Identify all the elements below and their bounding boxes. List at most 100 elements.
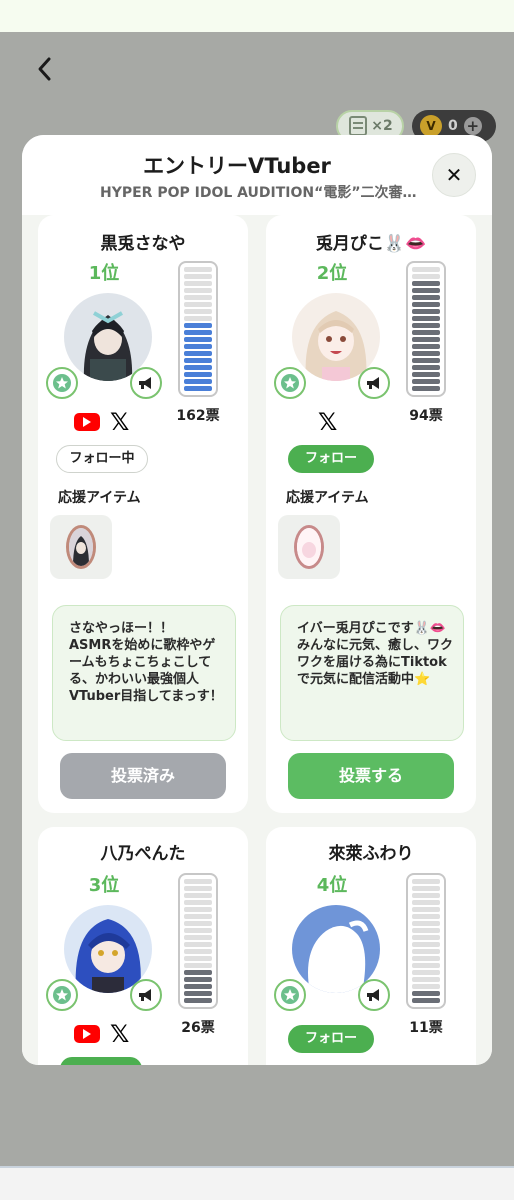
follow-button[interactable]: フォロー: [288, 445, 374, 473]
gauge-segment: [412, 316, 440, 321]
x-icon[interactable]: 𝕏: [110, 1022, 129, 1046]
gauge-segment: [184, 316, 212, 321]
megaphone-icon[interactable]: [130, 979, 162, 1011]
star-sparkle-icon[interactable]: [274, 367, 306, 399]
gauge-segment: [184, 991, 212, 996]
gauge-segment: [184, 365, 212, 370]
vote-count: 162票: [176, 408, 220, 424]
gauge-segment: [412, 914, 440, 919]
vote-gauge: [406, 261, 446, 397]
gauge-segment: [412, 984, 440, 989]
youtube-icon[interactable]: [74, 1025, 100, 1043]
x-icon[interactable]: 𝕏: [318, 410, 337, 434]
vtuber-name: 來萊ふわり: [328, 844, 414, 864]
modal-title: エントリーVTuber: [143, 154, 331, 178]
gauge-segment: [412, 302, 440, 307]
gauge-segment: [412, 949, 440, 954]
entry-modal: エントリーVTuber HYPER POP IDOL AUDITION“電影”二…: [22, 135, 492, 1065]
gauge-segment: [184, 935, 212, 940]
megaphone-icon[interactable]: [130, 367, 162, 399]
gauge-segment: [412, 351, 440, 356]
vote-gauge: [406, 873, 446, 1009]
gauge-segment: [184, 309, 212, 314]
gauge-segment: [412, 921, 440, 926]
gauge-segment: [184, 379, 212, 384]
x-icon[interactable]: 𝕏: [110, 410, 129, 434]
gauge-segment: [412, 358, 440, 363]
follow-button[interactable]: フォロー: [288, 1025, 374, 1053]
rank-label: 2位: [316, 263, 348, 284]
youtube-icon[interactable]: [74, 413, 100, 431]
vtuber-card: 八乃ぺんた 3位 26票 𝕏: [38, 827, 248, 1065]
vote-count: 94票: [409, 408, 443, 424]
following-button[interactable]: フォロー中: [56, 445, 148, 473]
gauge-segment: [412, 323, 440, 328]
gauge-segment: [412, 970, 440, 975]
gauge-segment: [184, 288, 212, 293]
ticket-icon: [349, 116, 368, 136]
gauge-segment: [412, 928, 440, 933]
modal-header: エントリーVTuber HYPER POP IDOL AUDITION“電影”二…: [22, 135, 492, 215]
sns-links: 𝕏: [74, 410, 129, 434]
gauge-segment: [184, 921, 212, 926]
gauge-segment: [184, 893, 212, 898]
gauge-segment: [412, 998, 440, 1003]
gauge-segment: [412, 288, 440, 293]
vtuber-bio: イバー兎月ぴこです🐰👄 みんなに元気、癒し、ワクワクを届ける為にTiktokで元…: [280, 605, 464, 741]
gauge-segment: [184, 949, 212, 954]
add-coin-button[interactable]: +: [463, 117, 482, 135]
close-button[interactable]: ✕: [432, 153, 476, 197]
bio-text: イバー兎月ぴこです🐰👄 みんなに元気、癒し、ワクワクを届ける為にTiktokで元…: [297, 621, 454, 687]
gauge-segment: [412, 372, 440, 377]
vote-count: 11票: [409, 1020, 443, 1036]
gauge-segment: [184, 970, 212, 975]
gauge-segment: [412, 907, 440, 912]
gauge-segment: [412, 900, 440, 905]
gauge-segment: [412, 344, 440, 349]
rank-label: 1位: [88, 263, 120, 284]
status-bar: [0, 0, 514, 32]
gauge-segment: [184, 344, 212, 349]
vote-button[interactable]: 投票する: [288, 753, 454, 799]
vtuber-card: 黒兎さなや 1位 162票 𝕏 フォロー中 応援アイテム さなやっほー！！ AS…: [38, 215, 248, 813]
gauge-segment: [184, 267, 212, 272]
ticket-count: ×2: [371, 118, 393, 134]
gauge-segment: [412, 935, 440, 940]
support-item[interactable]: [50, 515, 112, 579]
follow-button[interactable]: [60, 1057, 142, 1065]
vote-count: 26票: [181, 1020, 215, 1036]
sns-links: 𝕏: [74, 1022, 129, 1046]
gauge-segment: [184, 963, 212, 968]
gauge-segment: [412, 977, 440, 982]
star-sparkle-icon[interactable]: [274, 979, 306, 1011]
support-item[interactable]: [278, 515, 340, 579]
gauge-segment: [184, 956, 212, 961]
support-items-label: 応援アイテム: [286, 490, 369, 506]
coin-icon: V: [420, 115, 442, 137]
vtuber-bio: さなやっほー！！ ASMRを始めに歌枠やゲームもちょこちょこしてる、かわいい最強…: [52, 605, 236, 741]
star-sparkle-icon[interactable]: [46, 979, 78, 1011]
gauge-segment: [184, 907, 212, 912]
gauge-segment: [412, 942, 440, 947]
rank-label: 3位: [88, 875, 120, 896]
gauge-segment: [412, 274, 440, 279]
gauge-segment: [184, 886, 212, 891]
gauge-segment: [412, 281, 440, 286]
gauge-segment: [412, 991, 440, 996]
megaphone-icon[interactable]: [358, 367, 390, 399]
vtuber-list[interactable]: 黒兎さなや 1位 162票 𝕏 フォロー中 応援アイテム さなやっほー！！ AS…: [22, 215, 492, 1065]
gauge-segment: [412, 267, 440, 272]
back-button[interactable]: [34, 56, 60, 86]
gauge-segment: [412, 337, 440, 342]
gauge-segment: [184, 914, 212, 919]
gauge-segment: [184, 330, 212, 335]
voted-button[interactable]: 投票済み: [60, 753, 226, 799]
gauge-segment: [184, 372, 212, 377]
gauge-segment: [412, 886, 440, 891]
gauge-segment: [184, 302, 212, 307]
coin-count: 0: [448, 118, 458, 134]
sns-links: 𝕏: [318, 410, 337, 434]
megaphone-icon[interactable]: [358, 979, 390, 1011]
star-sparkle-icon[interactable]: [46, 367, 78, 399]
vtuber-name: 兎月ぴこ🐰👄: [315, 234, 427, 254]
